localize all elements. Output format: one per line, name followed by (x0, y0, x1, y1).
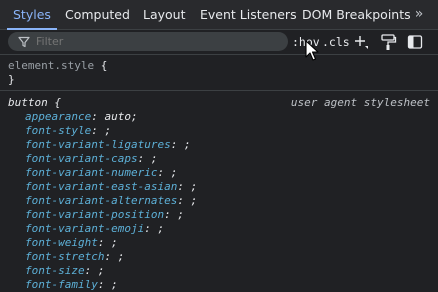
property-colon: : (97, 236, 112, 249)
filter-input[interactable] (36, 32, 276, 51)
toggle-sidebar-icon[interactable] (406, 33, 424, 51)
property-name[interactable]: font-variant-position (25, 208, 164, 221)
class-toggle-button[interactable]: .cls (322, 30, 350, 55)
property-name[interactable]: font-variant-caps (25, 152, 138, 165)
button-selector[interactable]: button (8, 96, 48, 109)
property-value[interactable]: ; (191, 180, 198, 193)
more-tabs-chevron-icon[interactable]: » (411, 0, 427, 30)
property-value[interactable]: ; (111, 236, 118, 249)
declaration-row: font-style: ; (8, 124, 430, 138)
paint-roller-icon[interactable] (379, 33, 397, 51)
declaration-row: font-size: ; (8, 264, 430, 278)
property-name[interactable]: appearance (25, 110, 91, 123)
property-value[interactable]: ; (104, 124, 111, 137)
property-colon: : (137, 152, 151, 165)
declaration-row: font-variant-emoji: ; (8, 222, 430, 236)
button-open-brace: { (54, 96, 61, 109)
property-colon: : (104, 250, 118, 263)
element-style-rule: element.style { } (0, 56, 438, 91)
property-name[interactable]: font-family (25, 278, 98, 291)
declaration-list: appearance: auto; font-style: ; font-varia… (8, 110, 430, 292)
property-name[interactable]: font-variant-ligatures (25, 138, 171, 151)
property-value[interactable]: ; (191, 194, 198, 207)
property-value[interactable]: ; (118, 250, 125, 263)
property-name[interactable]: font-variant-numeric (25, 166, 157, 179)
declaration-row: font-variant-ligatures: ; (8, 138, 430, 152)
element-style-selector: element.style (8, 59, 95, 72)
property-value[interactable]: ; (157, 222, 164, 235)
property-value[interactable]: ; (111, 278, 118, 291)
property-colon: : (144, 222, 158, 235)
declaration-row: font-variant-numeric: ; (8, 166, 430, 180)
new-style-rule-icon[interactable] (352, 33, 370, 51)
property-name[interactable]: font-weight (25, 236, 98, 249)
property-colon: : (157, 166, 171, 179)
element-style-close-brace: } (8, 73, 15, 86)
tab-computed[interactable]: Computed (65, 0, 130, 30)
property-name[interactable]: font-size (25, 264, 85, 277)
tab-layout[interactable]: Layout (143, 0, 186, 30)
tab-event-listeners[interactable]: Event Listeners (200, 0, 297, 30)
declaration-row: font-variant-east-asian: ; (8, 180, 430, 194)
element-style-open-brace[interactable]: { (101, 59, 108, 72)
property-value[interactable]: ; (151, 152, 158, 165)
declaration-row: font-variant-caps: ; (8, 152, 430, 166)
declaration-row: font-variant-alternates: ; (8, 194, 430, 208)
property-value[interactable]: auto; (104, 110, 137, 123)
property-name[interactable]: font-variant-alternates (25, 194, 177, 207)
declaration-row: appearance: auto; (8, 110, 430, 124)
declaration-row: font-family: ; (8, 278, 430, 292)
styles-toolbar: :hov .cls (0, 30, 438, 55)
styles-pane-tabbar: Styles Computed Layout Event Listeners D… (0, 0, 438, 30)
property-colon: : (164, 208, 178, 221)
property-colon: : (97, 278, 112, 291)
property-value[interactable]: ; (184, 138, 191, 151)
button-style-rule: button { user agent stylesheet appearanc… (0, 92, 438, 292)
property-value[interactable]: ; (98, 264, 105, 277)
property-colon: : (91, 124, 105, 137)
property-value[interactable]: ; (177, 208, 184, 221)
declaration-row: font-variant-position: ; (8, 208, 430, 222)
rule-origin-label: user agent stylesheet (290, 96, 430, 109)
property-name[interactable]: font-stretch (25, 250, 104, 263)
property-colon: : (170, 138, 184, 151)
tab-styles[interactable]: Styles (7, 0, 57, 30)
declaration-row: font-weight: ; (8, 236, 430, 250)
property-name[interactable]: font-style (25, 124, 91, 137)
property-colon: : (84, 264, 98, 277)
property-value[interactable]: ; (171, 166, 178, 179)
declaration-row: font-stretch: ; (8, 250, 430, 264)
filter-icon (18, 36, 30, 48)
tab-dom-breakpoints[interactable]: DOM Breakpoints (302, 0, 411, 30)
property-colon: : (91, 110, 105, 123)
property-name[interactable]: font-variant-east-asian (25, 180, 177, 193)
property-colon: : (177, 180, 191, 193)
hover-state-button[interactable]: :hov (292, 30, 320, 55)
property-colon: : (177, 194, 191, 207)
filter-box (8, 32, 288, 51)
property-name[interactable]: font-variant-emoji (25, 222, 144, 235)
